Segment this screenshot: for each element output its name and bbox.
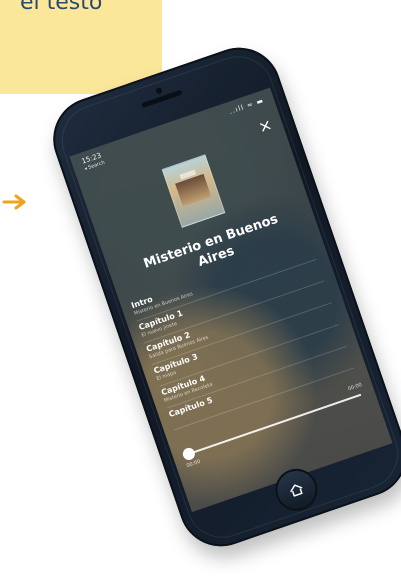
arrow-icon <box>2 194 26 210</box>
close-icon: × <box>255 114 275 137</box>
book-cover <box>161 154 226 228</box>
phone-device: 15:23 ◂ Search ..ıll ≈ ▬ × Misterio en B… <box>41 36 401 558</box>
status-icons: ..ıll ≈ ▬ <box>228 96 266 116</box>
duration-time: 00:00 <box>347 382 363 393</box>
close-button[interactable]: × <box>255 114 275 137</box>
callout-text: el testo <box>20 0 103 15</box>
screenshot-stage: el testo 15:23 ◂ Search ..ıll ≈ ▬ × Mist… <box>0 0 401 586</box>
home-icon <box>290 484 303 497</box>
elapsed-time: 00:00 <box>185 458 202 470</box>
